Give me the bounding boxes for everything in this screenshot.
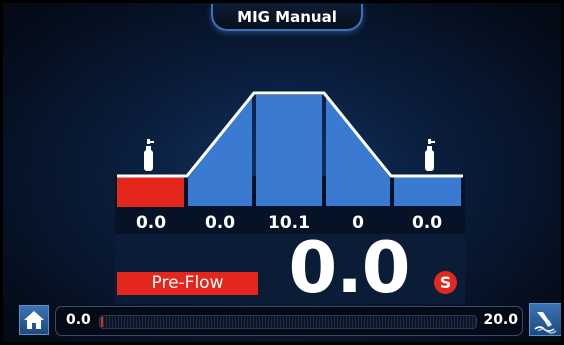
slider-max-label: 20.0 [483,312,518,328]
home-button[interactable] [19,305,49,335]
segment-down-slope[interactable] [326,95,390,206]
welder-screen: MIG Manual 0.0 0.0 10.1 0 0.0 Pre-Flow 0… [0,0,564,345]
slider-min-label: 0.0 [66,312,91,328]
segment-up-slope[interactable] [188,95,252,206]
segment-post-flow[interactable] [394,177,461,206]
unit-badge: S [434,271,457,294]
gas-cylinder-icon [425,139,435,171]
segment-weld[interactable] [256,95,322,206]
torch-settings-button[interactable] [529,303,562,336]
value-pre-flow[interactable]: 0.0 [118,212,184,234]
segment-pre-flow[interactable] [117,177,184,207]
slider-marker[interactable] [101,317,103,327]
value-slider[interactable]: 0.0 20.0 [55,306,523,336]
active-parameter-value: 0.0 [288,227,410,309]
value-up-slope[interactable]: 0.0 [187,212,253,234]
slider-bar[interactable] [99,315,477,329]
home-icon [24,311,44,329]
active-parameter-label: Pre-Flow [117,272,258,295]
torch-settings-icon [534,312,557,334]
gas-cylinder-icon [144,139,154,171]
